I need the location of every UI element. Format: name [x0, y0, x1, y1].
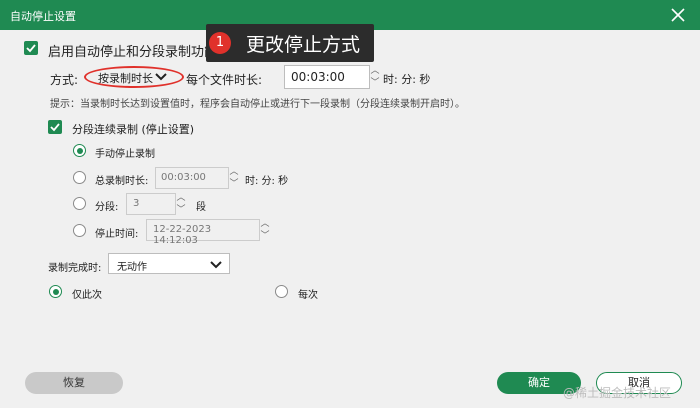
chevron-down-icon [210, 261, 222, 269]
segment-checkbox[interactable] [48, 120, 62, 134]
parts-label: 分段: [95, 202, 119, 213]
radio-manual-stop[interactable] [73, 144, 86, 157]
highlight-oval [84, 66, 184, 88]
close-button[interactable] [666, 3, 690, 27]
spin-down-icon[interactable]: ﹀ [259, 230, 271, 242]
annotation-text: 更改停止方式 [246, 34, 361, 56]
spin-up-icon[interactable]: ︿ [175, 192, 187, 204]
complete-select-value: 无动作 [117, 262, 147, 273]
spin-up-icon[interactable]: ︿ [369, 65, 381, 77]
mode-label: 方式: [50, 73, 79, 87]
spin-up-icon[interactable]: ︿ [228, 166, 240, 178]
stop-time-label: 停止时间: [95, 229, 139, 240]
radio-stop-time[interactable] [73, 224, 86, 237]
spin-down-icon[interactable]: ﹀ [175, 204, 187, 216]
hint-text: 提示：当录制时长达到设置值时，程序会自动停止或进行下一段录制（分段连续录制开启时… [50, 99, 465, 110]
parts-input[interactable]: 3 [126, 193, 176, 215]
enable-label: 启用自动停止和分段录制功能 [48, 45, 218, 60]
parts-unit: 段 [196, 202, 206, 213]
once-label: 仅此次 [72, 290, 102, 301]
spin-down-icon[interactable]: ﹀ [228, 178, 240, 190]
every-time-label: 每次 [298, 290, 318, 301]
total-duration-input[interactable]: 00:03:00 [155, 167, 229, 189]
stop-time-spinner[interactable]: ︿ ﹀ [259, 218, 271, 242]
parts-spinner[interactable]: ︿ ﹀ [175, 192, 187, 216]
checkmark-icon [26, 44, 36, 53]
spin-down-icon[interactable]: ﹀ [369, 77, 381, 89]
annotation-callout: 1 更改停止方式 [206, 24, 374, 62]
duration-units: 时: 分: 秒 [383, 73, 431, 86]
manual-stop-label: 手动停止录制 [95, 149, 155, 160]
close-icon [671, 8, 685, 22]
radio-once[interactable] [49, 285, 62, 298]
enable-checkbox[interactable] [24, 41, 38, 55]
radio-every-time[interactable] [275, 285, 288, 298]
complete-label: 录制完成时: [48, 263, 102, 274]
total-duration-spinner[interactable]: ︿ ﹀ [228, 166, 240, 190]
duration-spinner[interactable]: ︿ ﹀ [369, 65, 381, 89]
duration-input[interactable]: 00:03:00 [284, 65, 370, 89]
restore-button[interactable]: 恢复 [25, 372, 123, 394]
annotation-number: 1 [209, 32, 231, 54]
watermark-text: @稀土掘金技术社区 [563, 386, 672, 400]
stop-time-input[interactable]: 12-22-2023 14:12:03 [146, 219, 260, 246]
checkmark-icon [50, 123, 60, 132]
per-file-label: 每个文件时长: [186, 73, 263, 87]
radio-parts[interactable] [73, 197, 86, 210]
radio-total-duration[interactable] [73, 171, 86, 184]
total-duration-units: 时: 分: 秒 [245, 176, 289, 187]
total-duration-label: 总录制时长: [95, 176, 149, 187]
window-title: 自动停止设置 [10, 10, 76, 23]
spin-up-icon[interactable]: ︿ [259, 218, 271, 230]
segment-label: 分段连续录制 (停止设置) [72, 123, 195, 136]
complete-select[interactable]: 无动作 [108, 253, 230, 274]
